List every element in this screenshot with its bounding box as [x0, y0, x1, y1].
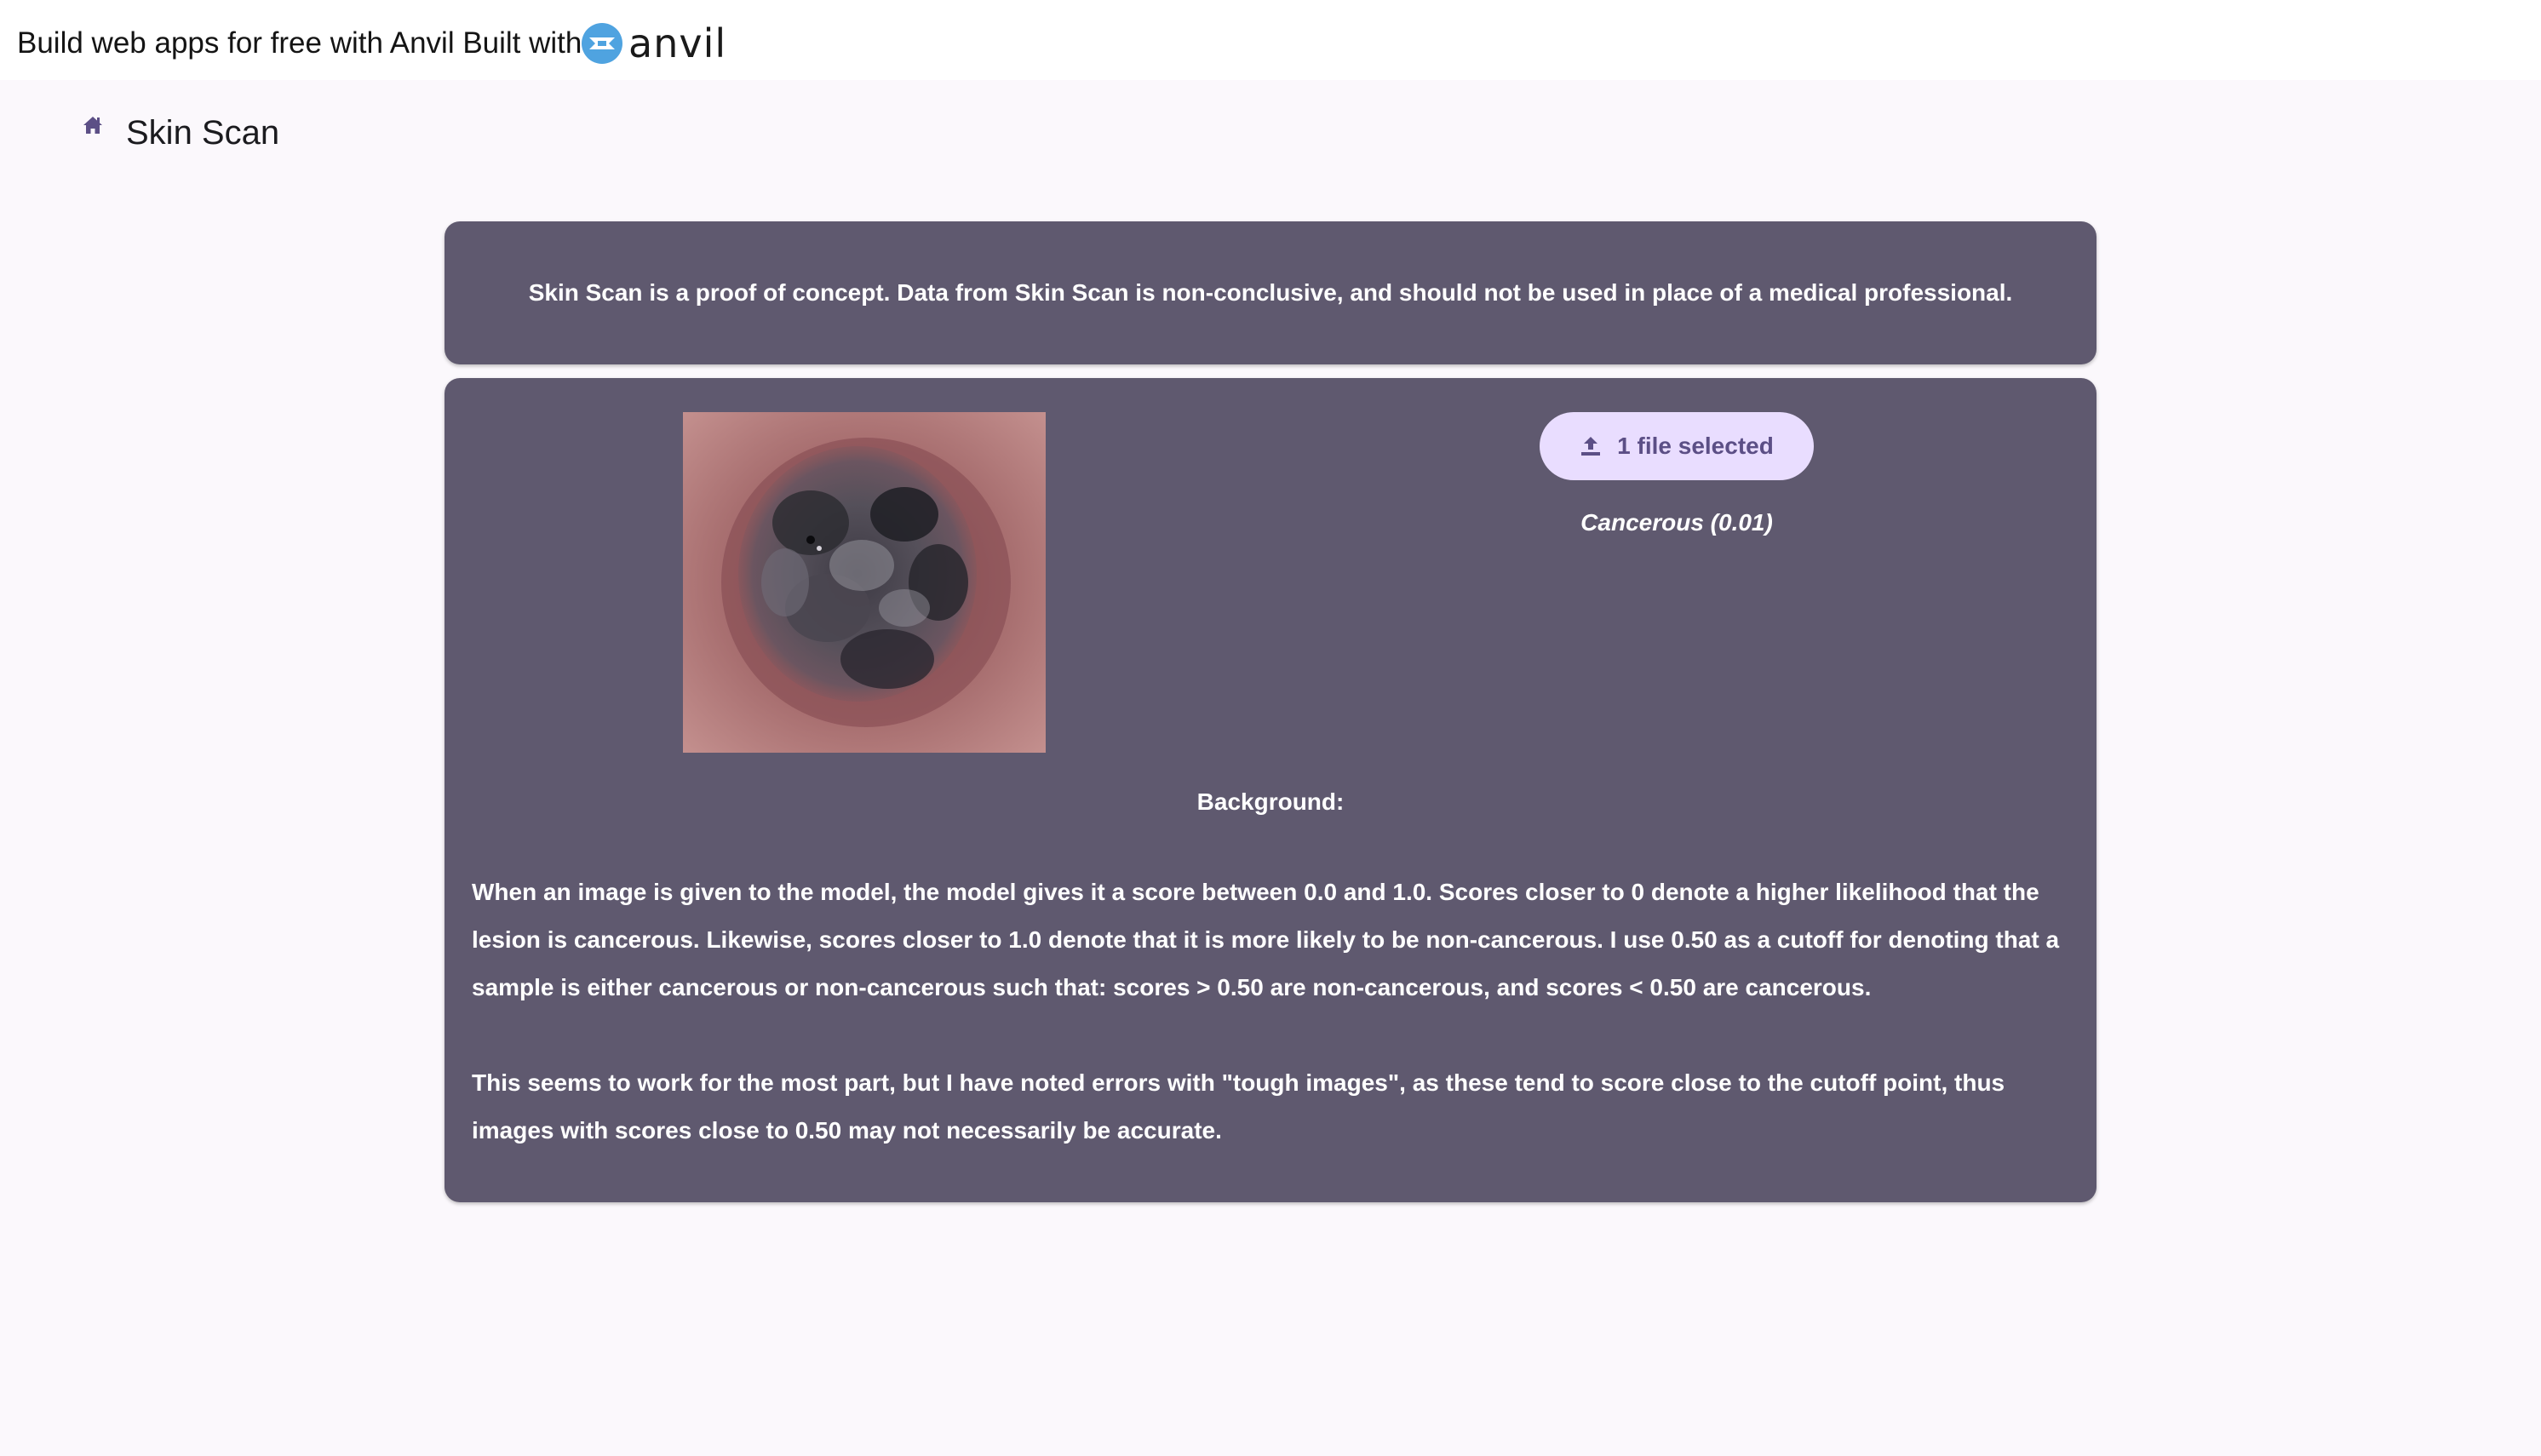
home-icon[interactable]: [82, 117, 126, 140]
app-header: Skin Scan: [82, 112, 279, 153]
prediction-result: Cancerous (0.01): [1580, 509, 1773, 536]
file-upload-label: 1 file selected: [1617, 433, 1774, 459]
upload-icon: [1581, 437, 1601, 456]
disclaimer-text: Skin Scan is a proof of concept. Data fr…: [528, 279, 2013, 306]
app-title: Skin Scan: [126, 114, 280, 152]
file-upload-button[interactable]: 1 file selected: [1540, 412, 1814, 480]
anvil-logo-icon: [581, 22, 623, 65]
anvil-banner-text[interactable]: Build web apps for free with Anvil Built…: [17, 26, 582, 61]
anvil-logo-wordmark: anvil: [628, 20, 727, 66]
anvil-logo[interactable]: anvil: [581, 22, 726, 65]
background-paragraph-1: When an image is given to the model, the…: [472, 879, 2060, 1000]
anvil-banner[interactable]: Build web apps for free with Anvil Built…: [0, 0, 2541, 80]
background-heading: Background:: [1196, 788, 1345, 815]
disclaimer-card: Skin Scan is a proof of concept. Data fr…: [445, 221, 2096, 364]
background-paragraph-2: This seems to work for the most part, bu…: [472, 1069, 2005, 1144]
scan-card: 1 file selected Cancerous (0.01) Backgro…: [445, 378, 2096, 1202]
lesion-image: [683, 412, 1046, 753]
